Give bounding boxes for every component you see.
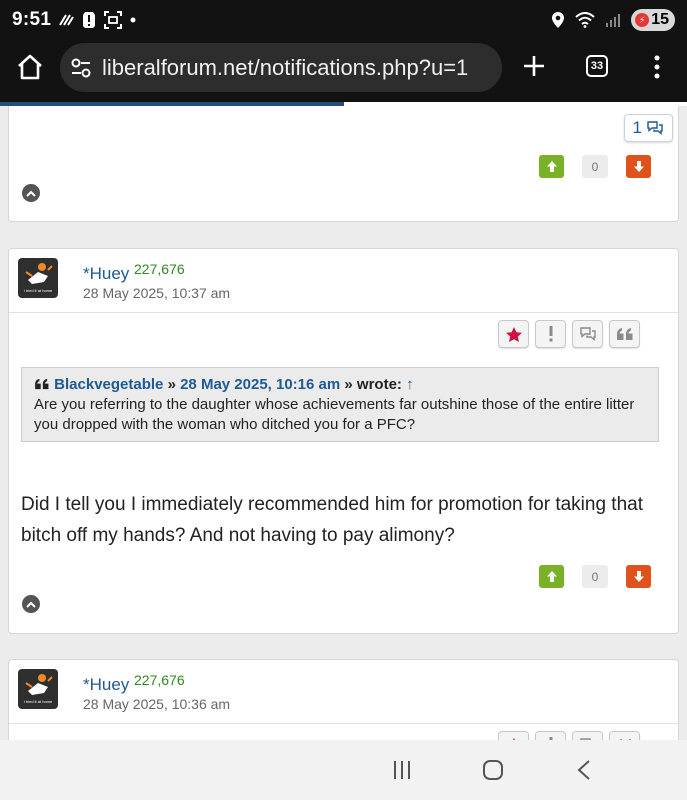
quote-source-link[interactable]: ↑ (406, 376, 414, 393)
signal-icon (606, 14, 621, 27)
vote-count: 0 (582, 155, 608, 178)
post-count: 227,676 (134, 261, 185, 277)
vote-up-button[interactable] (539, 155, 564, 178)
replies-badge[interactable]: 1 (623, 114, 673, 142)
report-button[interactable] (535, 320, 566, 348)
vote-down-button[interactable] (626, 565, 651, 588)
quote-icon (616, 328, 632, 340)
quote-button[interactable] (609, 731, 640, 740)
exclamation-icon (549, 326, 552, 342)
post-actions (498, 731, 640, 740)
clock: 9:51 (12, 9, 52, 30)
post-author-row: i tried it at home *Huey 227,676 28 May … (9, 249, 678, 313)
battery-saver-icon: ⚡ (635, 13, 650, 27)
system-navigation-bar (0, 740, 687, 800)
recent-apps-icon[interactable] (392, 759, 412, 781)
chevron-up-icon (26, 190, 36, 197)
quote-wrote-label: » wrote: (344, 376, 402, 393)
location-icon (552, 12, 565, 28)
back-to-top-button[interactable] (22, 595, 40, 613)
chevron-up-icon (26, 601, 36, 608)
favorite-button[interactable] (498, 320, 529, 348)
vote-up-button[interactable] (539, 565, 564, 588)
comments-icon (647, 121, 663, 135)
quote-author-link[interactable]: Blackvegetable (54, 376, 163, 393)
reply-button[interactable] (572, 731, 603, 740)
avatar-caption: i tried it at home (23, 288, 53, 293)
username-link[interactable]: *Huey (83, 264, 129, 284)
battery-indicator: ⚡ 15 (631, 9, 675, 31)
back-icon[interactable] (576, 759, 592, 781)
quote-date-link[interactable]: 28 May 2025, 10:16 am (180, 376, 340, 393)
battery-level: 15 (651, 11, 669, 28)
quote-text: Are you referring to the daughter whose … (34, 396, 635, 433)
address-bar[interactable]: liberalforum.net/notifications.php?u=1 (60, 43, 502, 92)
post-card: i tried it at home *Huey 227,676 28 May … (8, 659, 679, 740)
browser-toolbar: liberalforum.net/notifications.php?u=1 3… (0, 40, 687, 102)
avatar[interactable]: i tried it at home (18, 258, 58, 298)
post-card: i tried it at home *Huey 227,676 28 May … (8, 248, 679, 634)
star-icon (505, 326, 522, 342)
avatar[interactable]: i tried it at home (18, 669, 58, 709)
arrow-up-icon (546, 161, 557, 172)
vote-controls: 0 (539, 155, 651, 178)
favorite-button[interactable] (498, 731, 529, 740)
vote-controls: 0 (539, 565, 651, 588)
report-button[interactable] (535, 731, 566, 740)
quote-block: Blackvegetable » 28 May 2025, 10:16 am »… (21, 367, 659, 442)
post-actions (498, 320, 640, 348)
post-card: 1 0 (8, 106, 679, 222)
dot-icon (130, 17, 136, 23)
url-text[interactable]: liberalforum.net/notifications.php?u=1 (102, 55, 468, 81)
post-date: 28 May 2025, 10:36 am (83, 696, 231, 712)
screenshot-icon (104, 11, 122, 29)
page-content: 1 0 i tried it at home *Huey 227,676 28 … (0, 106, 687, 740)
reply-button[interactable] (572, 320, 603, 348)
wavy-lines-icon (59, 14, 74, 26)
quote-separator: » (167, 376, 176, 393)
alert-icon (83, 12, 95, 28)
arrow-down-icon (633, 161, 644, 172)
vote-down-button[interactable] (626, 155, 651, 178)
new-tab-icon[interactable] (520, 52, 548, 80)
avatar-caption: i tried it at home (23, 699, 53, 704)
vote-count: 0 (582, 565, 608, 588)
comments-icon (579, 327, 596, 341)
post-body: Did I tell you I immediately recommended… (21, 494, 643, 546)
wifi-icon (575, 12, 595, 28)
post-count: 227,676 (134, 672, 185, 688)
more-menu-icon[interactable] (650, 55, 664, 79)
tab-switcher-button[interactable]: 33 (586, 55, 608, 77)
post-date: 28 May 2025, 10:37 am (83, 285, 231, 301)
back-to-top-button[interactable] (22, 184, 40, 202)
home-button-icon[interactable] (482, 759, 504, 781)
status-bar: 9:51 ⚡ 15 (0, 0, 687, 40)
quote-mark-icon (35, 378, 49, 390)
replies-count: 1 (632, 118, 642, 137)
site-settings-icon[interactable] (70, 57, 92, 79)
arrow-up-icon (546, 571, 557, 582)
quote-button[interactable] (609, 320, 640, 348)
quote-header: Blackvegetable » 28 May 2025, 10:16 am »… (34, 375, 646, 395)
home-icon[interactable] (16, 54, 44, 80)
username-link[interactable]: *Huey (83, 675, 129, 695)
post-author-row: i tried it at home *Huey 227,676 28 May … (9, 660, 678, 724)
arrow-down-icon (633, 571, 644, 582)
